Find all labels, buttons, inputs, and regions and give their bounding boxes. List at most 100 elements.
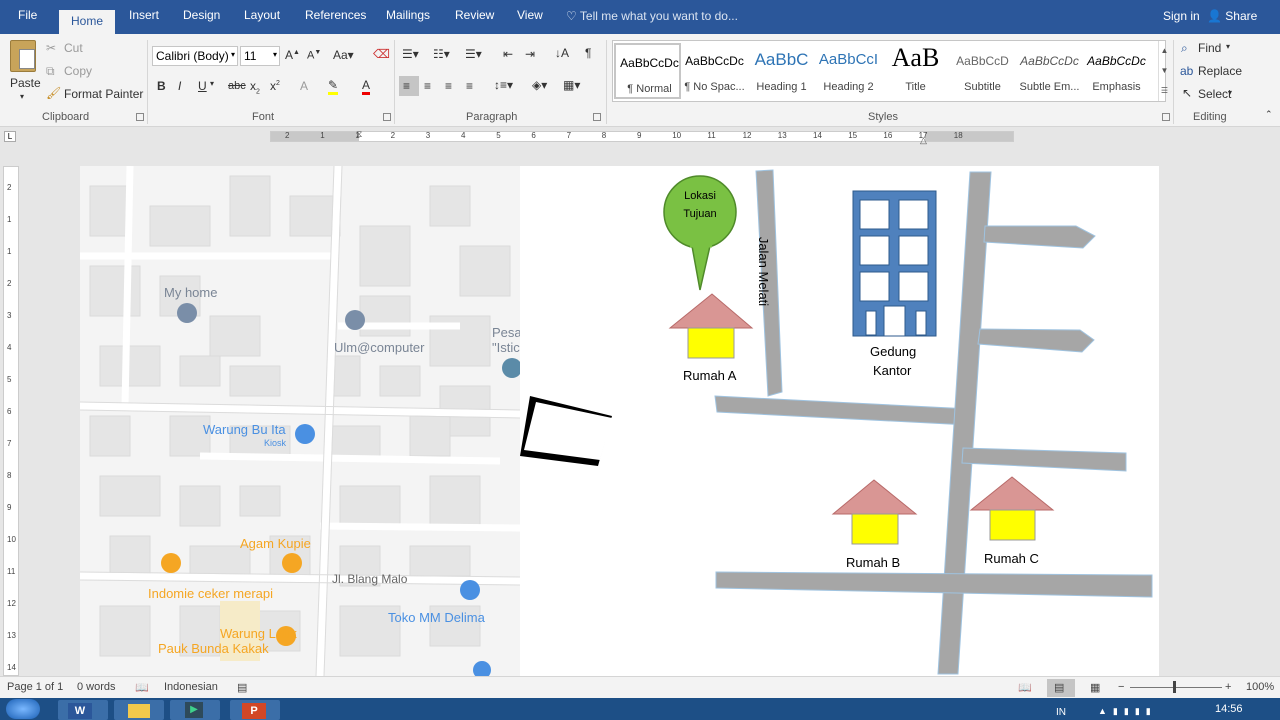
zoom-in-icon[interactable]: + [1225,681,1231,693]
cut-button[interactable]: Cut [64,41,83,55]
tab-references[interactable]: References [305,8,366,22]
tab-review[interactable]: Review [455,8,494,22]
group-divider [394,40,395,124]
line-spacing-icon[interactable]: ↕≡▾ [494,78,513,92]
page-count[interactable]: Page 1 of 1 [7,681,63,693]
multilevel-list-icon[interactable]: ☰▾ [465,47,482,61]
input-language[interactable]: IN [1056,707,1066,718]
style-subtitle[interactable]: AaBbCcD Subtitle [949,43,1016,99]
tab-home[interactable]: Home [59,10,116,34]
shrink-font-icon[interactable]: A▼ [307,49,321,62]
highlight-icon[interactable]: ✎ [328,78,339,95]
language-indicator[interactable]: Indonesian [164,681,218,693]
font-size-select[interactable]: 11 ▾ [240,46,280,66]
start-button-icon[interactable] [6,699,40,719]
gallery-up-icon[interactable]: ▲ [1158,41,1170,61]
clipboard-launcher-icon[interactable] [136,113,144,121]
taskbar-app-icon[interactable]: ▶ [170,700,220,720]
indent-marker-icon[interactable]: ⧖ [356,129,362,140]
underline-dropdown-icon[interactable]: ▾ [210,79,214,88]
tab-file[interactable]: File [18,8,37,22]
bold-icon[interactable]: B [157,79,166,93]
style-subtle-emphasis[interactable]: AaBbCcDc Subtle Em... [1016,43,1083,99]
show-marks-icon[interactable]: ¶ [585,46,591,60]
text-effects-icon[interactable]: A [300,79,308,93]
clock[interactable]: 14:56 [1215,703,1243,715]
map-label-toko: Toko MM Delima [388,610,485,625]
ruler-number: 12 [742,131,752,140]
bullets-icon[interactable]: ☰▾ [402,47,419,61]
style-heading-1[interactable]: AaBbC Heading 1 [748,43,815,99]
map-label-ulm: Ulm@computer [334,340,425,355]
gallery-more-icon[interactable]: ☰ [1158,81,1170,101]
print-layout-icon[interactable]: ▤ [1054,681,1064,694]
styles-launcher-icon[interactable] [1162,113,1170,121]
superscript-icon[interactable]: x2 [270,79,280,93]
taskbar-word-icon[interactable]: W [58,700,108,720]
style-title[interactable]: AaB Title [882,43,949,99]
font-name-select[interactable]: Calibri (Body) ▾ [152,46,238,66]
right-indent-icon[interactable]: △ [920,135,927,146]
taskbar-explorer-icon[interactable] [114,700,164,720]
tab-design[interactable]: Design [183,8,220,22]
tab-selector-icon[interactable]: L [4,131,16,142]
clipboard-group-label: Clipboard [42,111,90,123]
style-no-spacing[interactable]: AaBbCcDc ¶ No Spac... [681,43,748,99]
word-count[interactable]: 0 words [77,681,116,693]
shading-icon[interactable]: ◈▾ [532,78,547,92]
taskbar-powerpoint-icon[interactable]: P [230,700,280,720]
decrease-indent-icon[interactable]: ⇤ [503,47,513,61]
paste-button[interactable]: Paste [10,76,41,90]
format-painter-button[interactable]: Format Painter [64,87,143,101]
center-icon[interactable]: ≡ [424,79,431,93]
sign-in-link[interactable]: Sign in [1163,9,1200,23]
share-button[interactable]: 👤 Share [1207,9,1257,23]
borders-icon[interactable]: ▦▾ [563,78,580,92]
subscript-icon[interactable]: x2 [250,79,260,95]
vruler-number: 14 [7,663,16,672]
collapse-ribbon-icon[interactable]: ⌃ [1265,109,1273,120]
justify-icon[interactable]: ≡ [466,79,473,93]
tab-insert[interactable]: Insert [129,8,159,22]
zoom-slider[interactable] [1130,687,1222,688]
numbering-icon[interactable]: ☷▾ [433,47,450,61]
tab-mailings[interactable]: Mailings [386,8,430,22]
zoom-slider-thumb[interactable] [1173,681,1176,693]
copy-button[interactable]: Copy [64,64,92,78]
strikethrough-icon[interactable]: abc [228,80,246,92]
italic-icon[interactable]: I [178,79,181,93]
paste-dropdown-icon[interactable]: ▾ [20,92,24,101]
grow-font-icon[interactable]: A▲ [285,48,300,62]
web-layout-icon[interactable]: ▦ [1090,681,1100,694]
zoom-level[interactable]: 100% [1246,681,1274,693]
font-color-icon[interactable]: A [362,78,371,95]
proofing-icon[interactable]: 📖 [135,681,149,694]
increase-indent-icon[interactable]: ⇥ [525,47,535,61]
read-mode-icon[interactable]: 📖 [1018,681,1032,694]
tab-layout[interactable]: Layout [244,8,280,22]
font-launcher-icon[interactable] [383,113,391,121]
tab-view[interactable]: View [517,8,543,22]
road-horizontal-1 [714,395,971,426]
align-left-icon[interactable]: ≡ [403,79,410,93]
style-normal[interactable]: AaBbCcDc ¶ Normal [614,43,681,99]
style-heading-2[interactable]: AaBbCcI Heading 2 [815,43,882,99]
gallery-down-icon[interactable]: ▼ [1158,61,1170,81]
document-page[interactable]: My home Ulm@computer Pesa "Istic Warung … [80,166,1159,676]
select-button[interactable]: Select [1198,87,1231,101]
find-button[interactable]: Find [1198,41,1221,55]
align-right-icon[interactable]: ≡ [445,79,452,93]
sort-icon[interactable]: ↓A [555,46,569,60]
tray-icons[interactable]: ▲▮▮▮▮ [1098,706,1157,717]
tell-me-search[interactable]: ♡ Tell me what you want to do... [566,9,738,23]
style-emphasis[interactable]: AaBbCcDc Emphasis [1083,43,1150,99]
replace-button[interactable]: Replace [1198,64,1242,78]
underline-icon[interactable]: U [198,79,207,93]
macro-icon[interactable]: ▤ [237,681,247,694]
style-preview: AaBbCcDc [685,54,744,68]
paragraph-launcher-icon[interactable] [593,113,601,121]
change-case-icon[interactable]: Aa▾ [333,48,354,62]
clear-formatting-icon[interactable]: ⌫ [373,47,390,61]
arrow-fill [524,402,612,460]
zoom-out-icon[interactable]: − [1118,681,1124,693]
